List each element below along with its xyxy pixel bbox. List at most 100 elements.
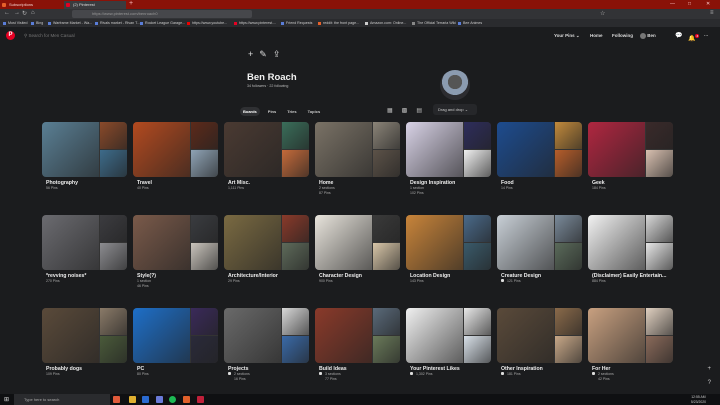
board-image bbox=[282, 150, 309, 177]
bookmark[interactable]: Most Visited bbox=[3, 20, 28, 26]
pinterest-logo[interactable]: P bbox=[6, 31, 15, 40]
minimize-button[interactable]: — bbox=[670, 1, 675, 7]
board-card[interactable]: Character Design900 Pins bbox=[315, 215, 400, 284]
board-card[interactable]: (Disclaimer) Easily Entertain...884 Pins bbox=[588, 215, 673, 284]
board-meta: 3 sections bbox=[325, 372, 341, 376]
tab-tries[interactable]: Tries bbox=[284, 107, 299, 116]
url-bar[interactable]: https://www.pinterest.com/benroach0 bbox=[72, 10, 252, 18]
tab-topics[interactable]: Topics bbox=[305, 107, 324, 116]
board-card[interactable]: Your Pinterest Likes1,302 Pins bbox=[406, 308, 491, 377]
board-cover bbox=[406, 215, 491, 270]
board-card[interactable]: Geek184 Pins bbox=[588, 122, 673, 191]
reload-icon[interactable]: ↻ bbox=[22, 10, 27, 17]
windows-start-icon[interactable]: ⊞ bbox=[4, 396, 9, 403]
lock-icon bbox=[501, 279, 504, 282]
tab-pins[interactable]: Pins bbox=[265, 107, 279, 116]
new-tab-button[interactable]: + bbox=[129, 0, 133, 7]
maximize-button[interactable]: □ bbox=[688, 1, 691, 7]
tab-boards[interactable]: Boards bbox=[240, 107, 260, 116]
board-card[interactable]: For Her2 sections42 Pins bbox=[588, 308, 673, 382]
bookmark[interactable]: reddit: the front page... bbox=[318, 20, 359, 26]
edit-icon[interactable]: ✎ bbox=[259, 49, 267, 60]
board-card[interactable]: Architecture/Interior29 Pins bbox=[224, 215, 309, 284]
board-meta: 884 Pins bbox=[592, 279, 606, 283]
board-image bbox=[191, 122, 218, 149]
bookmark[interactable]: Rocket League Garage... bbox=[140, 20, 185, 26]
sort-dropdown[interactable]: Drag and drop ⌄ bbox=[433, 104, 477, 115]
board-image bbox=[100, 215, 127, 242]
search-input[interactable]: ⚲ Search for Men Casual bbox=[24, 31, 75, 40]
forward-icon[interactable]: → bbox=[14, 10, 20, 16]
bookmark[interactable]: https://www.youtube... bbox=[187, 20, 227, 26]
mail-icon[interactable] bbox=[142, 396, 149, 403]
board-card[interactable]: Photography56 Pins bbox=[42, 122, 127, 191]
grid-large-icon[interactable]: ▦ bbox=[387, 107, 393, 114]
tab-pinterest[interactable]: (2) Pinterest bbox=[64, 1, 126, 9]
board-card[interactable]: Creature Design121 Pins bbox=[497, 215, 582, 284]
board-card[interactable]: Other Inspiration181 Pins bbox=[497, 308, 582, 377]
share-icon[interactable]: ⇪ bbox=[273, 49, 281, 60]
board-image bbox=[555, 215, 582, 242]
board-card[interactable]: Build Ideas3 sections77 Pins bbox=[315, 308, 400, 382]
board-image bbox=[497, 215, 554, 270]
board-card[interactable]: Projects2 sections16 Pins bbox=[224, 308, 309, 382]
follow-stats[interactable]: 34 followers · 22 following bbox=[247, 84, 288, 88]
bookmark[interactable]: Amazon.com: Online... bbox=[365, 20, 406, 26]
home-link[interactable]: Home bbox=[590, 32, 603, 40]
bookmark[interactable]: Warframe Market - Wa... bbox=[48, 20, 92, 26]
discord-icon[interactable] bbox=[156, 396, 163, 403]
avatar bbox=[640, 33, 646, 39]
messages-icon[interactable]: 💬 bbox=[675, 32, 682, 40]
board-card[interactable]: Location Design143 Pins bbox=[406, 215, 491, 284]
bookmark[interactable]: Bee Animes bbox=[458, 20, 482, 26]
bookmark[interactable]: Rivals market - Rivan T... bbox=[95, 20, 140, 26]
origin-icon[interactable] bbox=[183, 396, 190, 403]
more-icon[interactable]: ··· bbox=[704, 32, 709, 40]
list-view-icon[interactable]: ▤ bbox=[416, 107, 422, 114]
bookmark[interactable]: Bing bbox=[31, 20, 43, 26]
bookmark[interactable]: Friend Requests bbox=[281, 20, 312, 26]
bookmark[interactable]: The Official Terraria Wiki bbox=[412, 20, 456, 26]
system-clock[interactable]: 12:55 AM5/23/2020 bbox=[691, 395, 706, 404]
board-card[interactable]: Probably dogs109 Pins bbox=[42, 308, 127, 377]
add-icon[interactable]: + bbox=[248, 49, 253, 60]
board-meta: 56 Pins bbox=[46, 186, 58, 190]
board-card[interactable]: Style(?)1 section46 Pins bbox=[133, 215, 218, 289]
back-icon[interactable]: ← bbox=[4, 10, 10, 16]
bookmark[interactable]: https://www.pinterest.... bbox=[234, 20, 276, 26]
board-card[interactable]: PC80 Pins bbox=[133, 308, 218, 377]
taskbar-search[interactable]: Type here to search bbox=[14, 394, 110, 405]
lock-icon bbox=[228, 372, 231, 375]
board-cover bbox=[42, 215, 127, 270]
add-pin-icon[interactable]: + bbox=[707, 366, 711, 372]
adobe-icon[interactable] bbox=[197, 396, 204, 403]
firefox-icon[interactable] bbox=[113, 396, 120, 403]
help-icon[interactable]: ? bbox=[708, 380, 711, 386]
board-image bbox=[373, 308, 400, 335]
tab-subscriptions[interactable]: Subscriptions bbox=[0, 1, 62, 9]
file-explorer-icon[interactable] bbox=[129, 396, 136, 403]
profile-link[interactable]: Ben bbox=[640, 32, 656, 40]
board-card[interactable]: Food14 Pins bbox=[497, 122, 582, 191]
board-card[interactable]: Art Misc.1,111 Pins bbox=[224, 122, 309, 191]
nav-bar: ← → ↻ ⌂ https://www.pinterest.com/benroa… bbox=[0, 9, 720, 19]
board-card[interactable]: Travel40 Pins bbox=[133, 122, 218, 191]
board-meta: 80 Pins bbox=[137, 372, 149, 376]
grid-small-icon[interactable]: ▩ bbox=[402, 107, 408, 114]
menu-icon[interactable]: ≡ bbox=[710, 10, 714, 16]
your-pins-dropdown[interactable]: Your Pins ⌄ bbox=[554, 32, 580, 40]
spotify-icon[interactable] bbox=[169, 396, 176, 403]
board-image bbox=[464, 150, 491, 177]
notifications-icon[interactable]: 🔔3 bbox=[688, 32, 699, 43]
board-card[interactable]: *revving noises*270 Pins bbox=[42, 215, 127, 284]
board-image bbox=[191, 336, 218, 363]
board-image bbox=[588, 308, 645, 363]
home-icon[interactable]: ⌂ bbox=[31, 10, 35, 16]
following-link[interactable]: Following bbox=[612, 32, 633, 40]
board-image bbox=[133, 215, 190, 270]
close-window-button[interactable]: ✕ bbox=[706, 1, 710, 7]
board-card[interactable]: Home2 sections87 Pins bbox=[315, 122, 400, 196]
board-image bbox=[100, 243, 127, 270]
board-card[interactable]: Design Inspiration1 section102 Pins bbox=[406, 122, 491, 196]
bookmark-star-icon[interactable]: ☆ bbox=[600, 10, 605, 17]
